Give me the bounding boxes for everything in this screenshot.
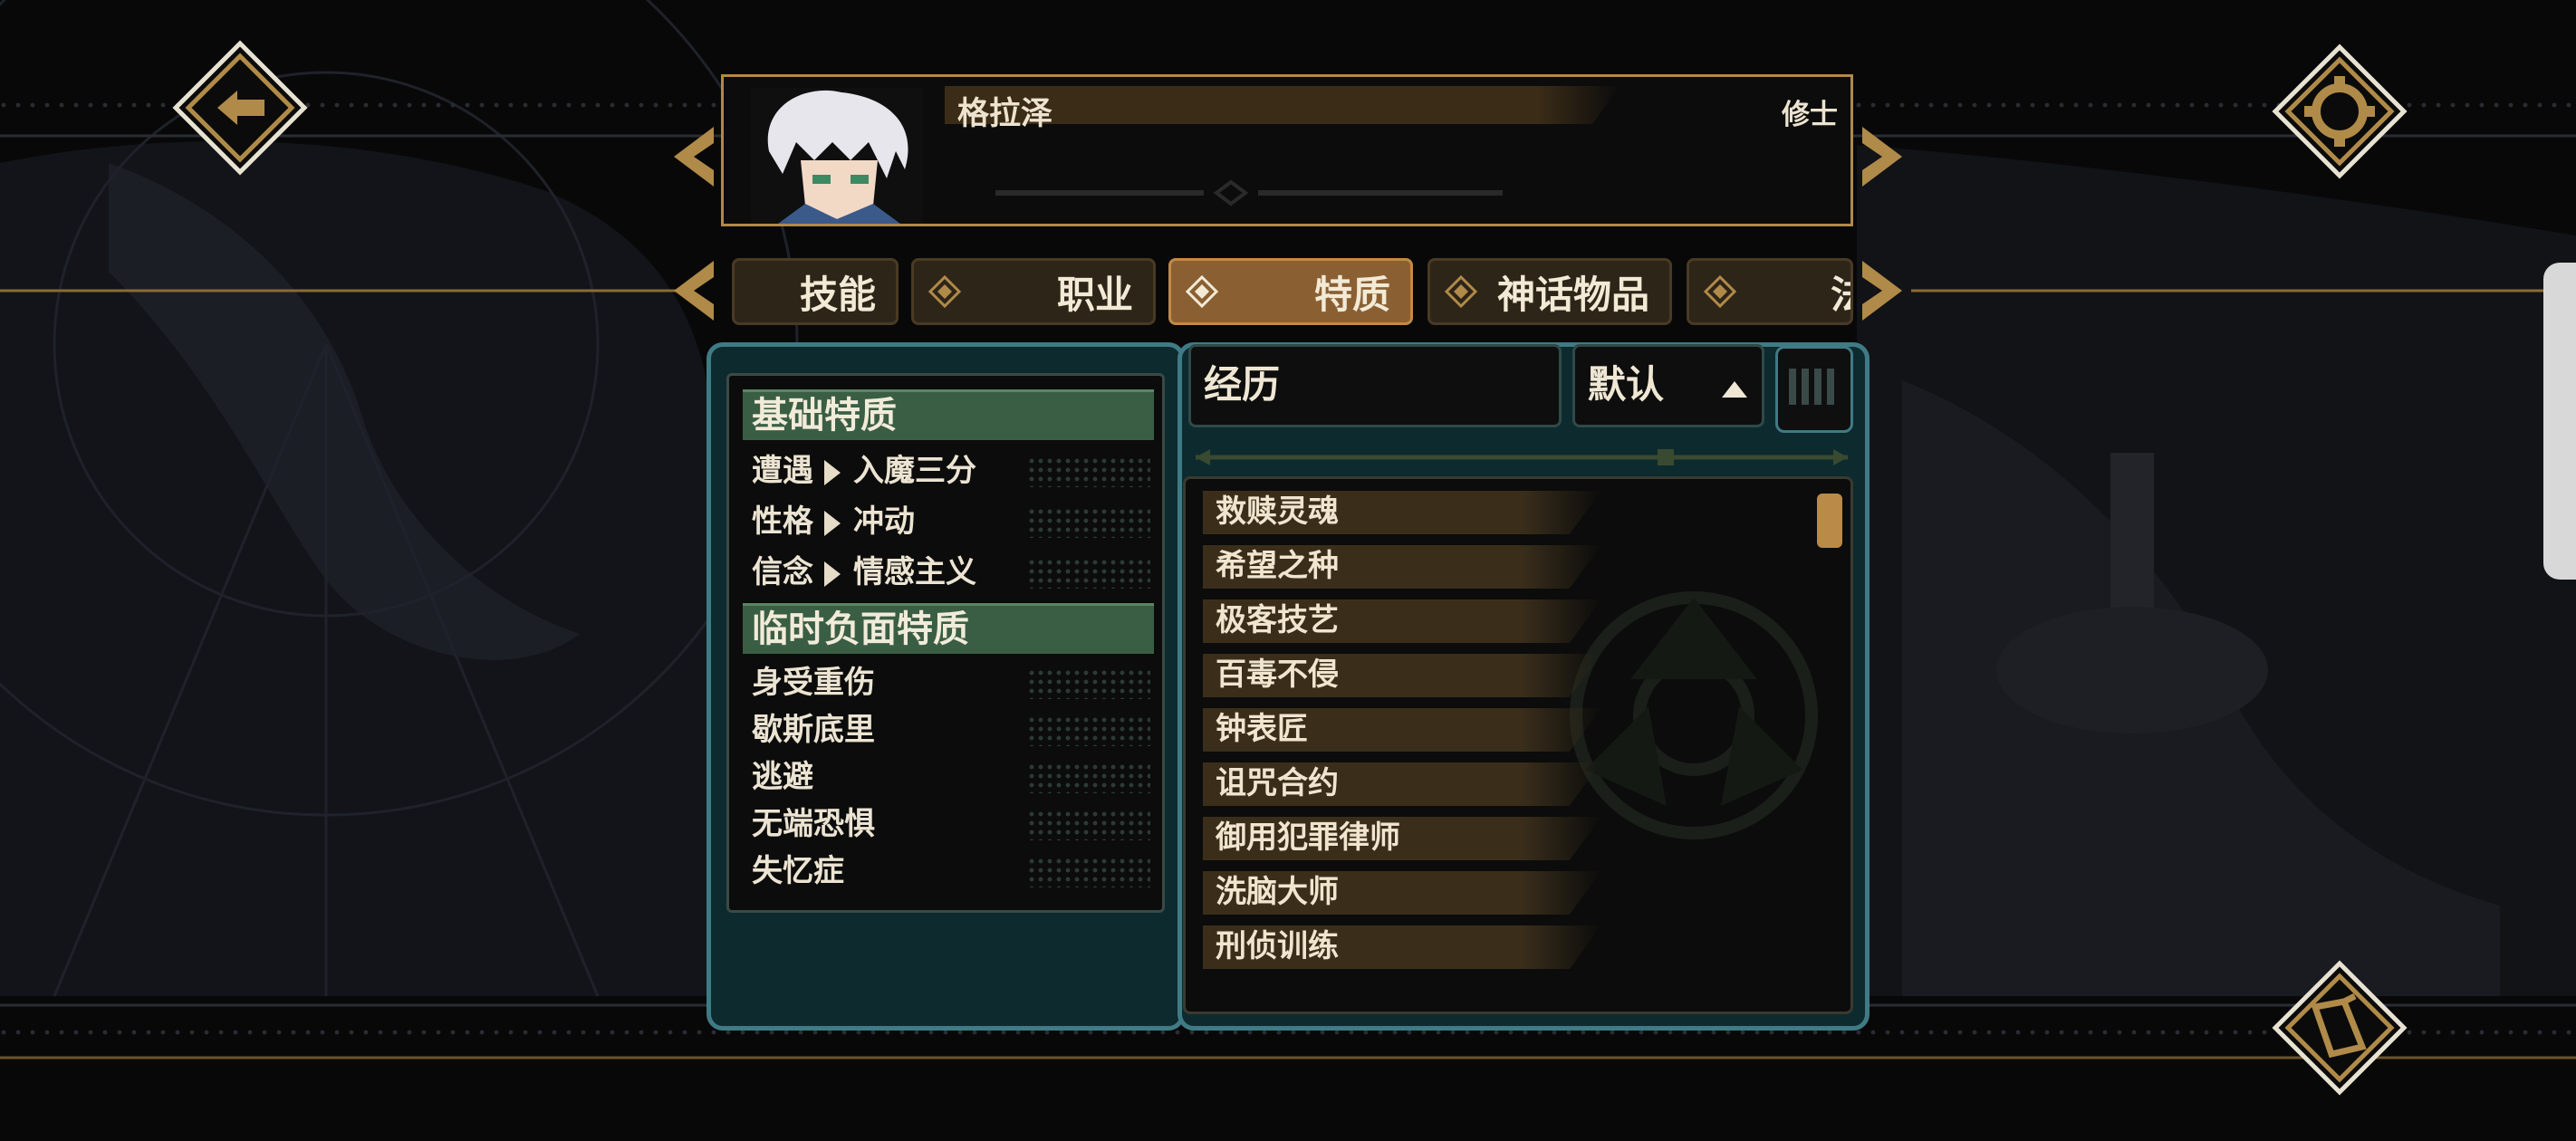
bars-icon	[1789, 369, 1834, 405]
journal-icon	[2272, 960, 2408, 1096]
tab-traits[interactable]: 特质	[1168, 258, 1413, 325]
gear-icon	[2272, 43, 2408, 179]
temp-trait-row[interactable]: 歇斯底里	[752, 708, 1150, 752]
edge-handle[interactable]	[2543, 263, 2576, 580]
tab-skills-label: 技能	[799, 272, 876, 317]
diamond-icon	[1186, 275, 1218, 308]
dot-pattern	[1027, 857, 1150, 887]
tab-mythic-items[interactable]: 神话物品	[1427, 258, 1672, 325]
experience-item[interactable]: 百毒不侵	[1203, 654, 1601, 697]
trait-key: 性格	[752, 503, 813, 540]
trait-key: 信念	[752, 554, 813, 590]
sort-field-select[interactable]: 经历	[1188, 344, 1562, 427]
temp-trait-label: 逃避	[752, 759, 813, 795]
trait-row-personality[interactable]: 性格 冲动	[752, 500, 1150, 543]
experience-item[interactable]: 极客技艺	[1203, 599, 1601, 643]
temp-trait-row[interactable]: 无端恐惧	[752, 802, 1150, 846]
tab-spells[interactable]: 法	[1687, 258, 1853, 325]
tab-skills[interactable]: 技能	[732, 258, 899, 325]
character-portrait	[751, 88, 923, 224]
character-name: 格拉泽	[957, 95, 1053, 132]
tab-traits-label: 特质	[1313, 272, 1390, 317]
prev-character-arrow[interactable]	[674, 127, 716, 187]
experience-item[interactable]: 御用犯罪律师	[1203, 817, 1601, 860]
diamond-icon	[1704, 275, 1736, 308]
tab-spells-label: 法	[1831, 264, 1850, 320]
temp-traits-header: 临时负面特质	[743, 603, 1154, 654]
trait-value: 入魔三分	[853, 453, 976, 489]
temp-trait-label: 身受重伤	[752, 665, 875, 701]
experience-item[interactable]: 刑侦训练	[1203, 925, 1601, 969]
back-arrow-icon	[172, 40, 308, 176]
experience-item[interactable]: 希望之种	[1203, 545, 1601, 589]
triangle-right-icon	[824, 460, 841, 485]
triangle-right-icon	[824, 561, 841, 587]
sort-field-label: 经历	[1204, 362, 1281, 407]
next-tab-arrow[interactable]	[1860, 261, 1902, 321]
dot-pattern	[1027, 715, 1150, 746]
sort-direction-label: 默认	[1588, 362, 1665, 407]
dot-pattern	[1027, 762, 1150, 793]
trait-row-encounter[interactable]: 遭遇 入魔三分	[752, 449, 1150, 493]
diamond-icon	[928, 275, 961, 308]
triangle-right-icon	[824, 511, 841, 536]
dot-pattern	[1027, 668, 1150, 699]
experience-item[interactable]: 洗脑大师	[1203, 871, 1601, 915]
triangle-up-icon	[1722, 381, 1747, 398]
next-character-arrow[interactable]	[1860, 127, 1902, 187]
trait-key: 遭遇	[752, 453, 813, 489]
dot-pattern	[1027, 456, 1150, 487]
diamond-icon	[1445, 275, 1477, 308]
base-traits-header: 基础特质	[743, 389, 1154, 440]
character-class: 修士	[1782, 99, 1838, 131]
portrait-ornament	[995, 179, 1503, 206]
settings-button[interactable]	[2272, 43, 2408, 179]
experience-item[interactable]: 救赎灵魂	[1203, 491, 1601, 534]
trait-value: 冲动	[853, 503, 915, 540]
dot-pattern	[1027, 810, 1150, 840]
scrollbar-thumb[interactable]	[1817, 494, 1842, 548]
tab-profession-label: 职业	[1056, 272, 1133, 317]
temp-trait-label: 失忆症	[752, 853, 844, 889]
trait-value: 情感主义	[853, 554, 976, 590]
back-button[interactable]	[172, 40, 308, 176]
temp-trait-row[interactable]: 逃避	[752, 755, 1150, 799]
tab-profession[interactable]: 职业	[911, 258, 1156, 325]
experience-item[interactable]: 诅咒合约	[1203, 762, 1601, 806]
dot-pattern	[1027, 507, 1150, 538]
tab-mythic-items-label: 神话物品	[1496, 272, 1649, 317]
divider-ornament	[1196, 449, 1848, 465]
prev-tab-arrow[interactable]	[674, 261, 716, 321]
temp-trait-label: 无端恐惧	[752, 806, 875, 842]
emblem-watermark	[1570, 591, 1818, 839]
temp-trait-label: 歇斯底里	[752, 712, 875, 748]
dot-pattern	[1027, 558, 1150, 589]
filter-button[interactable]	[1775, 346, 1853, 433]
experience-item[interactable]: 钟表匠	[1203, 708, 1601, 752]
character-card: 格拉泽 修士	[721, 74, 1853, 226]
journal-button[interactable]	[2272, 960, 2408, 1096]
sort-direction-select[interactable]: 默认	[1572, 344, 1764, 427]
trait-row-belief[interactable]: 信念 情感主义	[752, 551, 1150, 594]
temp-trait-row[interactable]: 身受重伤	[752, 661, 1150, 705]
temp-trait-row[interactable]: 失忆症	[752, 849, 1150, 893]
